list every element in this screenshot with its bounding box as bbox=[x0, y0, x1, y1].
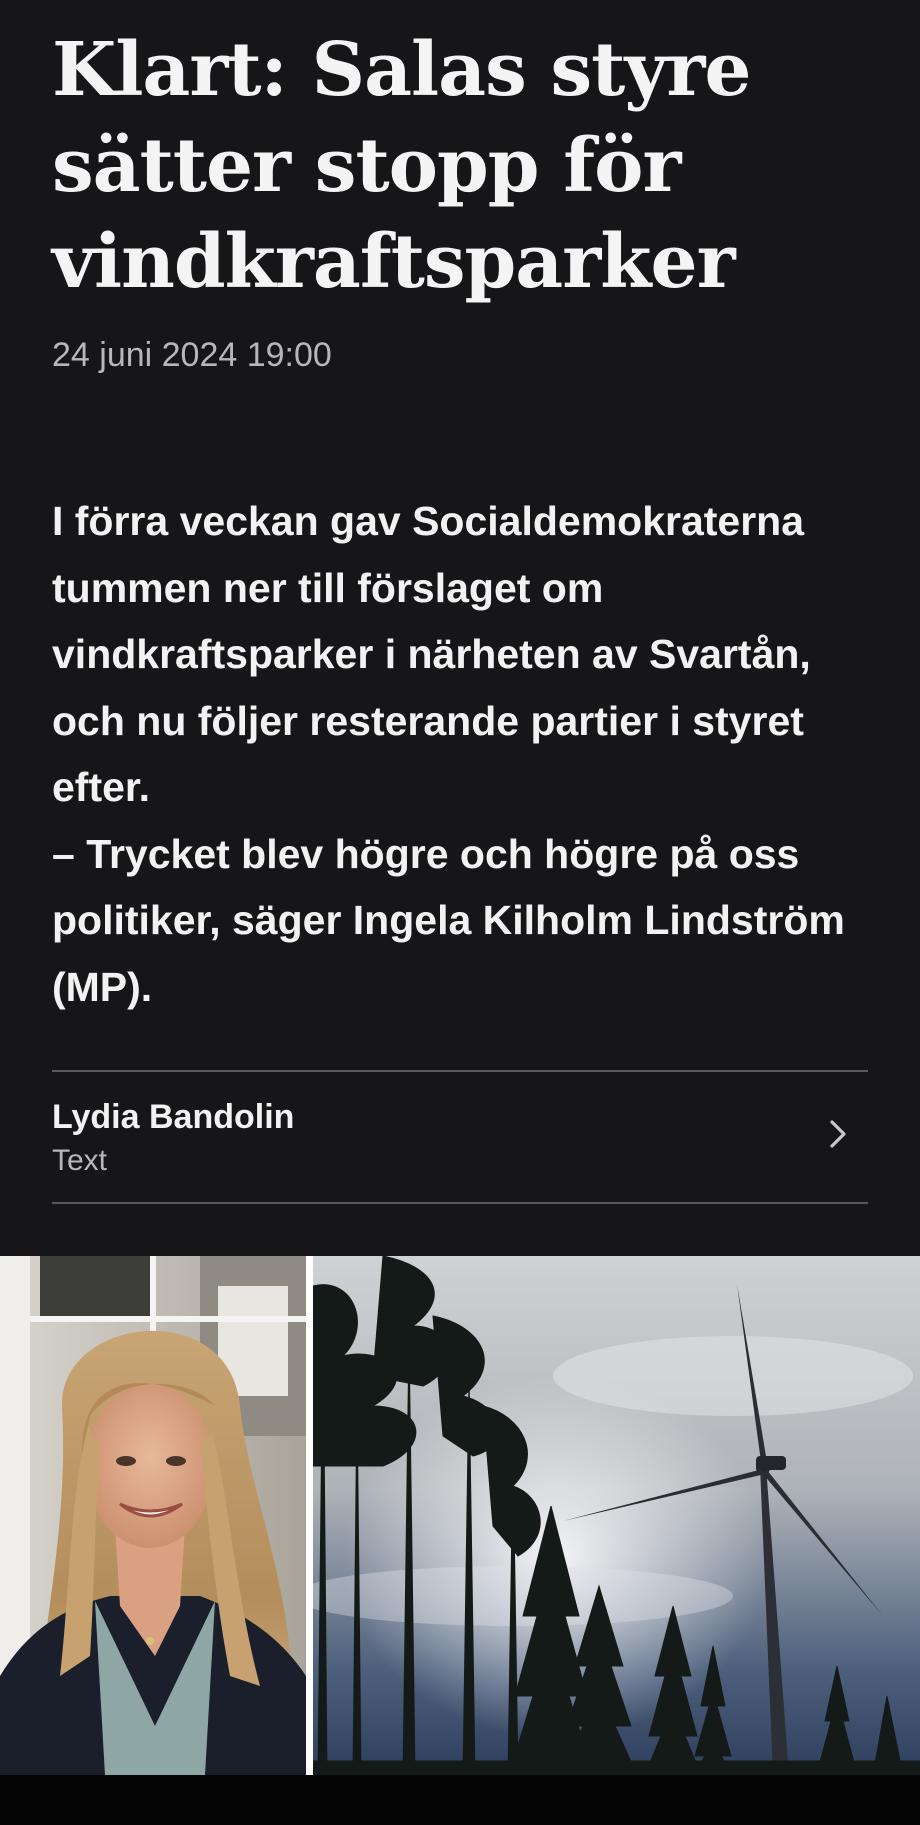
publish-date: 24 juni 2024 19:00 bbox=[52, 336, 332, 374]
article-lead: I förra veckan gav Socialdemokraterna tu… bbox=[52, 498, 845, 1010]
chevron-right-icon bbox=[830, 1120, 846, 1148]
byline-divider-bottom bbox=[52, 1202, 868, 1204]
author-byline[interactable]: Lydia Bandolin Text bbox=[52, 1072, 868, 1202]
article-image[interactable] bbox=[0, 1256, 920, 1775]
article-headline: Klart: Salas styre sätter stopp för vind… bbox=[52, 27, 751, 305]
system-navigation-bar bbox=[0, 1775, 920, 1825]
author-role: Text bbox=[52, 1144, 108, 1177]
portrait-photo bbox=[0, 1256, 306, 1775]
wind-turbine-photo bbox=[313, 1256, 920, 1775]
article-view: Klart: Salas styre sätter stopp för vind… bbox=[0, 0, 920, 1775]
author-name: Lydia Bandolin bbox=[52, 1098, 295, 1136]
